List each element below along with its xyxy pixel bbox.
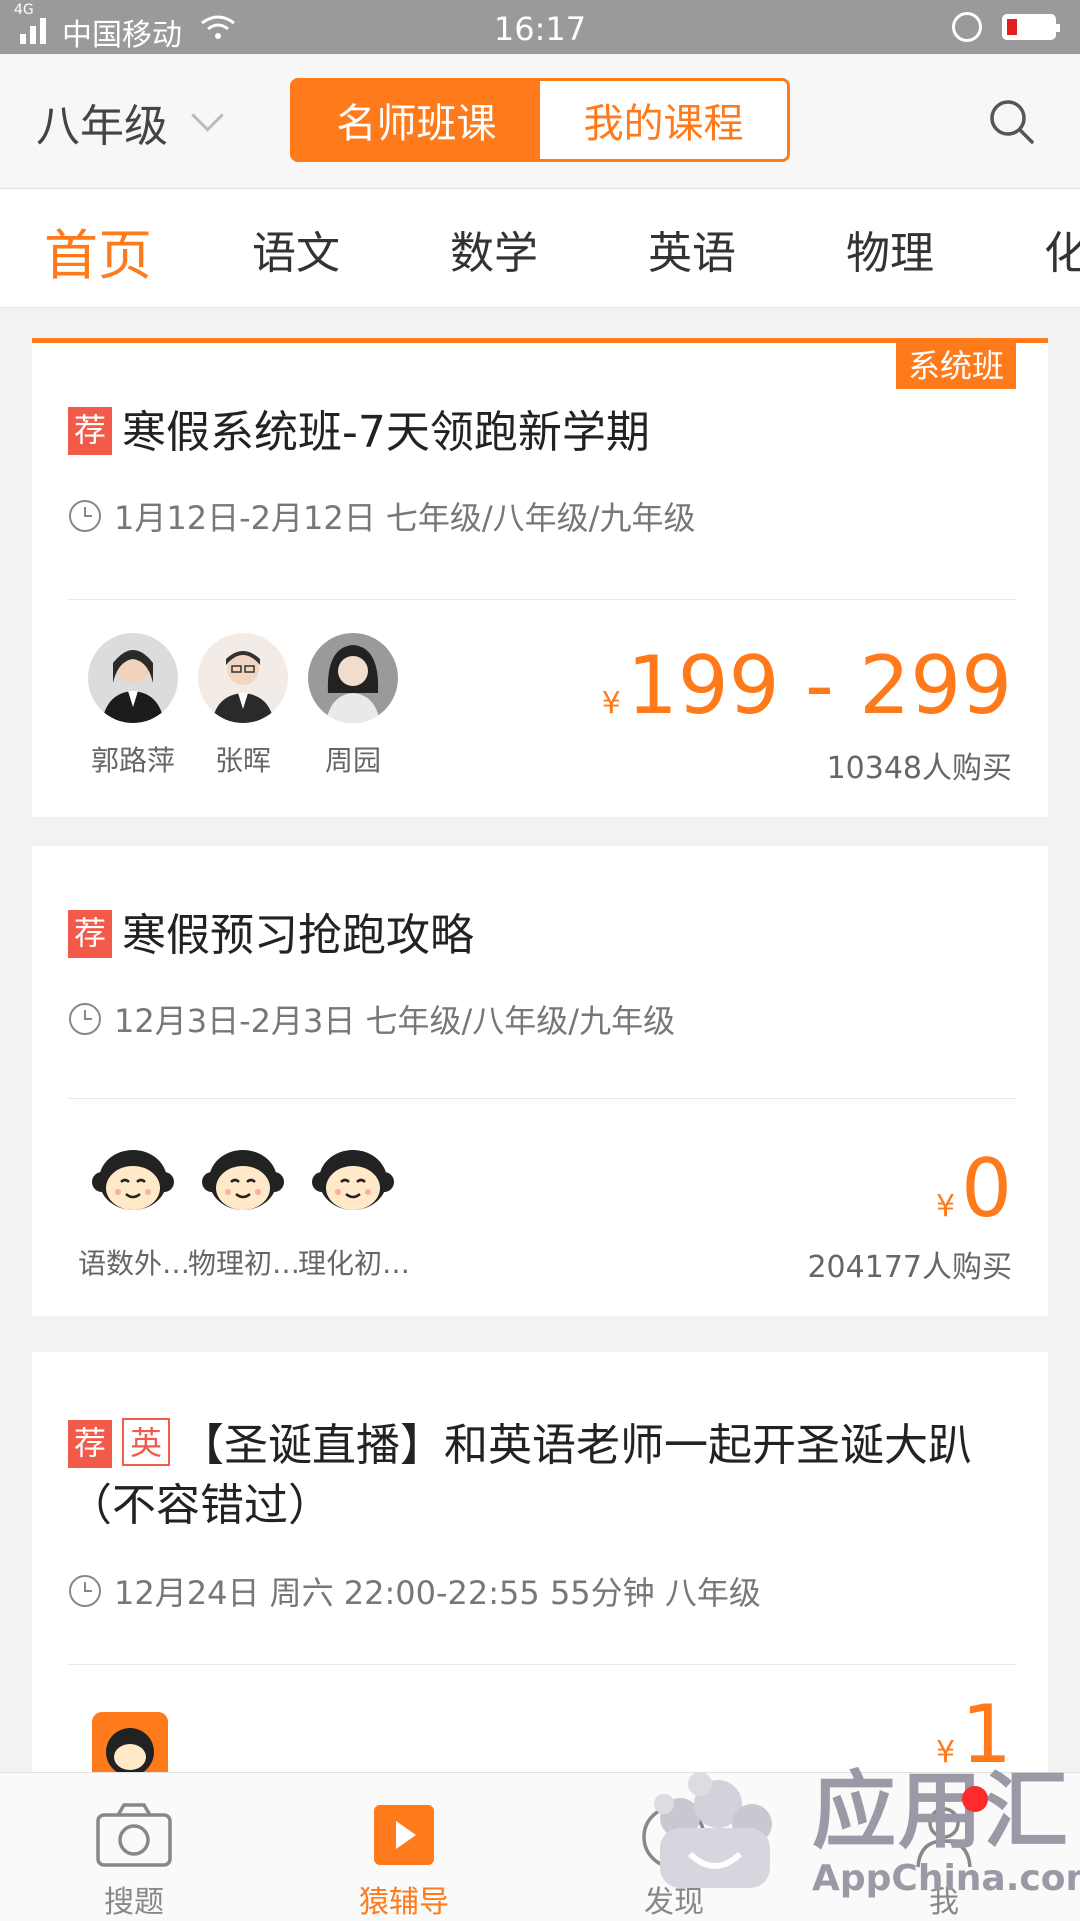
course-price: ¥0 — [936, 1142, 1012, 1235]
currency-symbol: ¥ — [936, 1189, 956, 1224]
tab-home[interactable]: 首页 — [44, 211, 152, 290]
clock-time: 16:17 — [493, 10, 587, 48]
nav-yuanfudao[interactable]: 猿辅导 — [304, 1773, 504, 1921]
teacher-item[interactable]: 张晖 — [188, 633, 298, 779]
recommend-tag: 荐 — [68, 1420, 113, 1468]
course-card[interactable]: 荐英【圣诞直播】和英语老师一起开圣诞大趴（不容错过） 12月24日 周六 22:… — [32, 1352, 1048, 1788]
tab-math[interactable]: 数学 — [450, 217, 538, 281]
divider — [68, 1098, 1016, 1099]
teacher-item[interactable]: 物理初… — [188, 1136, 298, 1282]
status-bar: 4G 中国移动 16:17 — [0, 0, 1080, 54]
recommend-tag: 荐 — [68, 407, 113, 455]
grade-selector[interactable]: 八年级 — [36, 90, 168, 154]
avatar — [88, 633, 178, 723]
tab-english[interactable]: 英语 — [648, 217, 736, 281]
segment-teacher-classes[interactable]: 名师班课 — [293, 81, 540, 159]
search-icon[interactable] — [988, 98, 1034, 144]
price-value: 199 - 299 — [626, 639, 1012, 732]
course-card[interactable]: 荐寒假预习抢跑攻略 12月3日-2月3日 七年级/八年级/九年级 语数外… 物理… — [32, 846, 1048, 1316]
course-title: 寒假预习抢跑攻略 — [122, 910, 475, 961]
cloud-logo-icon — [654, 1772, 772, 1888]
course-schedule: 1月12日-2月12日 七年级/八年级/九年级 — [114, 499, 696, 537]
nav-label: 搜题 — [104, 1885, 164, 1920]
clock-icon — [69, 1575, 101, 1607]
nav-search-question[interactable]: 搜题 — [34, 1773, 234, 1921]
chevron-down-icon[interactable] — [191, 99, 224, 132]
camera-icon — [96, 1803, 172, 1867]
teacher-item[interactable]: 语数外… — [78, 1136, 188, 1282]
watermark-text: 应用汇 — [812, 1762, 1071, 1860]
course-meta: 12月24日 周六 22:00-22:55 55分钟 八年级 — [68, 1568, 761, 1614]
price-value: 0 — [961, 1142, 1012, 1235]
buyer-count: 10348人购买 — [826, 751, 1012, 786]
course-title: 寒假系统班-7天领跑新学期 — [122, 407, 650, 458]
teacher-item[interactable]: 郭路萍 — [78, 633, 188, 779]
teacher-name: 郭路萍 — [90, 744, 175, 777]
divider — [68, 1664, 1016, 1665]
teacher-name: 周园 — [324, 744, 381, 777]
top-header: 八年级 名师班课 我的课程 — [0, 54, 1080, 189]
tab-physics[interactable]: 物理 — [846, 217, 934, 281]
buyer-count: 204177人购买 — [807, 1250, 1012, 1285]
teacher-name: 理化初… — [298, 1247, 408, 1280]
nav-label: 猿辅导 — [359, 1885, 449, 1920]
teacher-name: 语数外… — [78, 1247, 188, 1280]
course-price: ¥199 - 299 — [602, 639, 1012, 732]
clock-icon — [69, 500, 101, 532]
teacher-item[interactable]: 理化初… — [298, 1136, 408, 1282]
avatar — [198, 633, 288, 723]
currency-symbol: ¥ — [601, 686, 621, 721]
monkey-avatar-icon — [308, 1136, 398, 1226]
appchina-watermark: 应用汇 AppChina.com — [640, 1740, 1080, 1920]
subject-tabs: 首页 语文 数学 英语 物理 化 — [0, 189, 1080, 308]
segment-my-courses[interactable]: 我的课程 — [540, 81, 787, 159]
divider — [68, 599, 1016, 600]
monkey-avatar-icon — [88, 1136, 178, 1226]
course-title-row: 荐寒假系统班-7天领跑新学期 — [68, 403, 1012, 463]
teacher-item[interactable]: 周园 — [298, 633, 408, 779]
course-title-row: 荐英【圣诞直播】和英语老师一起开圣诞大趴（不容错过） — [68, 1416, 1012, 1536]
alarm-icon — [952, 12, 982, 42]
course-title: 【圣诞直播】和英语老师一起开圣诞大趴（不容错过） — [68, 1420, 973, 1531]
subject-tag: 英 — [122, 1418, 171, 1466]
teacher-name: 物理初… — [188, 1247, 298, 1280]
course-title-row: 荐寒假预习抢跑攻略 — [68, 906, 1012, 966]
course-schedule: 12月3日-2月3日 七年级/八年级/九年级 — [114, 1002, 676, 1040]
avatar — [308, 633, 398, 723]
course-meta: 12月3日-2月3日 七年级/八年级/九年级 — [68, 996, 675, 1042]
battery-icon — [1002, 14, 1060, 40]
recommend-tag: 荐 — [68, 910, 113, 958]
play-icon — [374, 1805, 434, 1865]
watermark-dot — [962, 1786, 988, 1812]
course-segment-control: 名师班课 我的课程 — [290, 78, 790, 162]
course-meta: 1月12日-2月12日 七年级/八年级/九年级 — [68, 493, 695, 539]
course-card[interactable]: 系统班 荐寒假系统班-7天领跑新学期 1月12日-2月12日 七年级/八年级/九… — [32, 338, 1048, 817]
watermark-subtext: AppChina.com — [812, 1858, 1080, 1899]
monkey-avatar-icon — [198, 1136, 288, 1226]
tab-chemistry[interactable]: 化 — [1044, 217, 1080, 281]
teacher-name: 张晖 — [214, 744, 271, 777]
course-schedule: 12月24日 周六 22:00-22:55 55分钟 八年级 — [114, 1574, 761, 1612]
course-type-badge: 系统班 — [895, 343, 1016, 389]
clock-icon — [69, 1003, 101, 1035]
tab-chinese[interactable]: 语文 — [252, 217, 340, 281]
